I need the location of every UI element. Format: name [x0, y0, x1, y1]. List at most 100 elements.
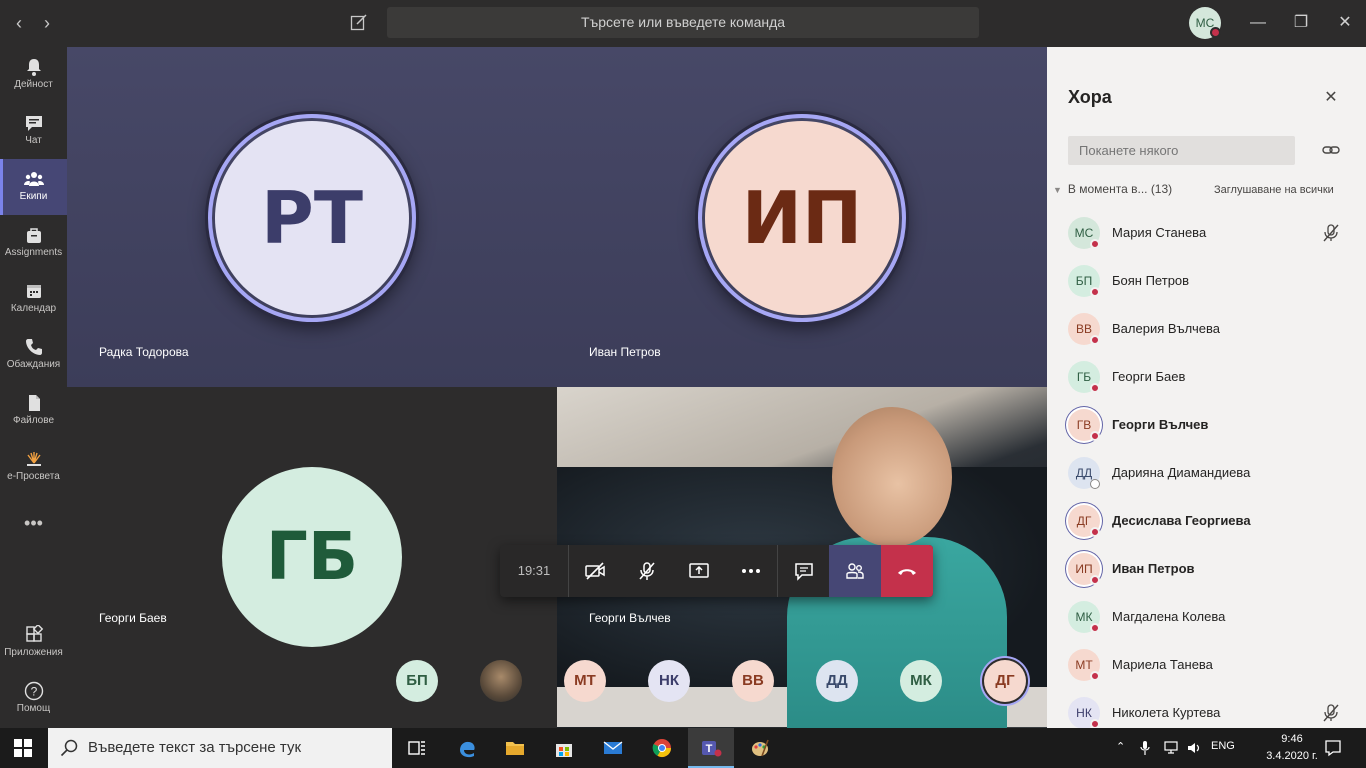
- people-list-item[interactable]: ВВ Валерия Вълчева: [1047, 305, 1366, 353]
- panel-title: Хора: [1068, 87, 1112, 107]
- hang-up-icon: [898, 569, 916, 575]
- rail-item-calendar[interactable]: Календар: [0, 271, 67, 327]
- person-name: Десислава Георгиева: [1112, 513, 1251, 528]
- volume-icon[interactable]: [1186, 740, 1202, 756]
- more-apps-button[interactable]: •••: [0, 499, 67, 547]
- participant-tile[interactable]: РТ Радка Тодорова: [67, 47, 557, 387]
- file-explorer-icon[interactable]: [492, 728, 538, 768]
- roster-avatar[interactable]: НК: [648, 660, 690, 702]
- rail-item-label: Чат: [25, 135, 42, 146]
- rail-item-assignments[interactable]: Assignments: [0, 215, 67, 271]
- people-list-item[interactable]: ДГ Десислава Георгиева: [1047, 497, 1366, 545]
- help-icon: ?: [24, 681, 43, 701]
- participant-name: Георги Баев: [99, 611, 167, 625]
- apps-icon: [25, 625, 43, 642]
- in-meeting-section[interactable]: ▼ В момента в... (13): [1053, 182, 1172, 196]
- people-list-item[interactable]: МК Магдалена Колева: [1047, 593, 1366, 641]
- participant-tile[interactable]: ИП Иван Петров: [557, 47, 1047, 387]
- copy-link-icon[interactable]: [1321, 140, 1341, 160]
- hang-up-button[interactable]: [881, 545, 933, 597]
- microphone-tray-icon[interactable]: [1140, 740, 1150, 756]
- app-rail: Дейност Чат Екипи Assignments Календар О…: [0, 47, 67, 728]
- camera-off-button[interactable]: [569, 545, 621, 597]
- people-list-item[interactable]: ИП Иван Петров: [1047, 545, 1366, 593]
- roster-avatar[interactable]: МК: [900, 660, 942, 702]
- roster-photo-avatar[interactable]: [480, 660, 522, 702]
- rail-item-apps[interactable]: Приложения: [0, 615, 67, 671]
- people-list-item[interactable]: ГВ Георги Вълчев: [1047, 401, 1366, 449]
- participant-name: Георги Вълчев: [589, 611, 671, 625]
- language-indicator[interactable]: ENG: [1211, 740, 1235, 752]
- network-icon[interactable]: [1164, 740, 1178, 756]
- teams-icon: [23, 172, 44, 186]
- close-window-icon[interactable]: ✕: [1333, 12, 1357, 34]
- participant-avatar: РТ: [215, 121, 409, 315]
- call-timer: 19:31: [517, 563, 551, 578]
- compose-icon[interactable]: [350, 13, 368, 31]
- people-list-item[interactable]: МС Мария Станева: [1047, 209, 1366, 257]
- roster-avatar[interactable]: ДГ: [984, 660, 1026, 702]
- rail-item-label: Календар: [10, 303, 57, 314]
- restore-icon[interactable]: ❐: [1289, 12, 1313, 34]
- people-list-item[interactable]: МТ Мариела Танева: [1047, 641, 1366, 689]
- bell-icon: [26, 59, 41, 76]
- rail-item-chat[interactable]: Чат: [0, 103, 67, 159]
- rail-item-eprosveta[interactable]: е-Просвета: [0, 439, 67, 495]
- mute-button[interactable]: [621, 545, 673, 597]
- back-icon[interactable]: ‹: [8, 12, 30, 34]
- svg-text:T: T: [706, 743, 713, 755]
- roster-avatar[interactable]: ВВ: [732, 660, 774, 702]
- rail-item-label: Assignments: [4, 247, 63, 258]
- presence-badge: [1090, 479, 1100, 489]
- mic-off-icon[interactable]: [1321, 223, 1341, 243]
- rail-item-teams[interactable]: Екипи: [0, 159, 67, 215]
- roster-avatar[interactable]: БП: [396, 660, 438, 702]
- teams-taskbar-icon[interactable]: T: [688, 728, 734, 768]
- presence-badge: [1090, 383, 1100, 393]
- rail-item-label: Екипи: [19, 191, 48, 202]
- rail-item-calls[interactable]: Обаждания: [0, 327, 67, 383]
- person-name: Николета Куртева: [1112, 705, 1221, 720]
- taskbar-clock[interactable]: 9:46 3.4.2020 г.: [1262, 731, 1322, 765]
- store-icon[interactable]: [541, 728, 587, 768]
- more-actions-button[interactable]: [725, 545, 777, 597]
- command-search-box[interactable]: Търсете или въведете команда: [387, 7, 979, 38]
- calendar-icon: [26, 285, 41, 298]
- rail-item-activity[interactable]: Дейност: [0, 47, 67, 103]
- participant-name: Иван Петров: [589, 345, 661, 359]
- taskbar-search[interactable]: Въведете текст за търсене тук: [48, 728, 392, 768]
- rail-item-files[interactable]: Файлове: [0, 383, 67, 439]
- chat-button[interactable]: [778, 545, 830, 597]
- invite-input[interactable]: [1068, 136, 1295, 165]
- participants-icon: [846, 563, 864, 579]
- participant-avatar: ИП: [705, 121, 899, 315]
- chrome-icon[interactable]: [639, 728, 685, 768]
- forward-icon[interactable]: ›: [36, 12, 58, 34]
- participants-button[interactable]: [829, 545, 881, 597]
- roster-avatar[interactable]: МТ: [564, 660, 606, 702]
- person-name: Магдалена Колева: [1112, 609, 1226, 624]
- roster-avatar[interactable]: ДД: [816, 660, 858, 702]
- mail-icon[interactable]: [590, 728, 636, 768]
- person-name: Мариела Танева: [1112, 657, 1213, 672]
- mic-off-icon: [639, 562, 655, 580]
- people-list-item[interactable]: ГБ Георги Баев: [1047, 353, 1366, 401]
- mute-all-link[interactable]: Заглушаване на всички: [1214, 184, 1334, 196]
- taskbar-search-text: Въведете текст за търсене тук: [88, 739, 302, 756]
- mic-off-icon[interactable]: [1321, 703, 1341, 723]
- share-screen-button[interactable]: [673, 545, 725, 597]
- meeting-chat-icon: [795, 563, 813, 581]
- close-panel-icon[interactable]: ✕: [1317, 87, 1345, 107]
- people-list-item[interactable]: БП Боян Петров: [1047, 257, 1366, 305]
- minimize-icon[interactable]: —: [1246, 12, 1270, 34]
- task-view-icon[interactable]: [394, 728, 440, 768]
- participant-name: Радка Тодорова: [99, 345, 189, 359]
- people-list-item[interactable]: ДД Дарияна Диамандиева: [1047, 449, 1366, 497]
- notifications-icon[interactable]: [1324, 739, 1342, 757]
- edge-icon[interactable]: [444, 728, 490, 768]
- windows-start-icon[interactable]: [14, 739, 32, 757]
- paint-icon[interactable]: [737, 728, 783, 768]
- rail-item-help[interactable]: ? Помощ: [0, 671, 67, 727]
- chevron-up-icon[interactable]: ⌃: [1116, 740, 1125, 753]
- eprosveta-icon: [26, 452, 41, 466]
